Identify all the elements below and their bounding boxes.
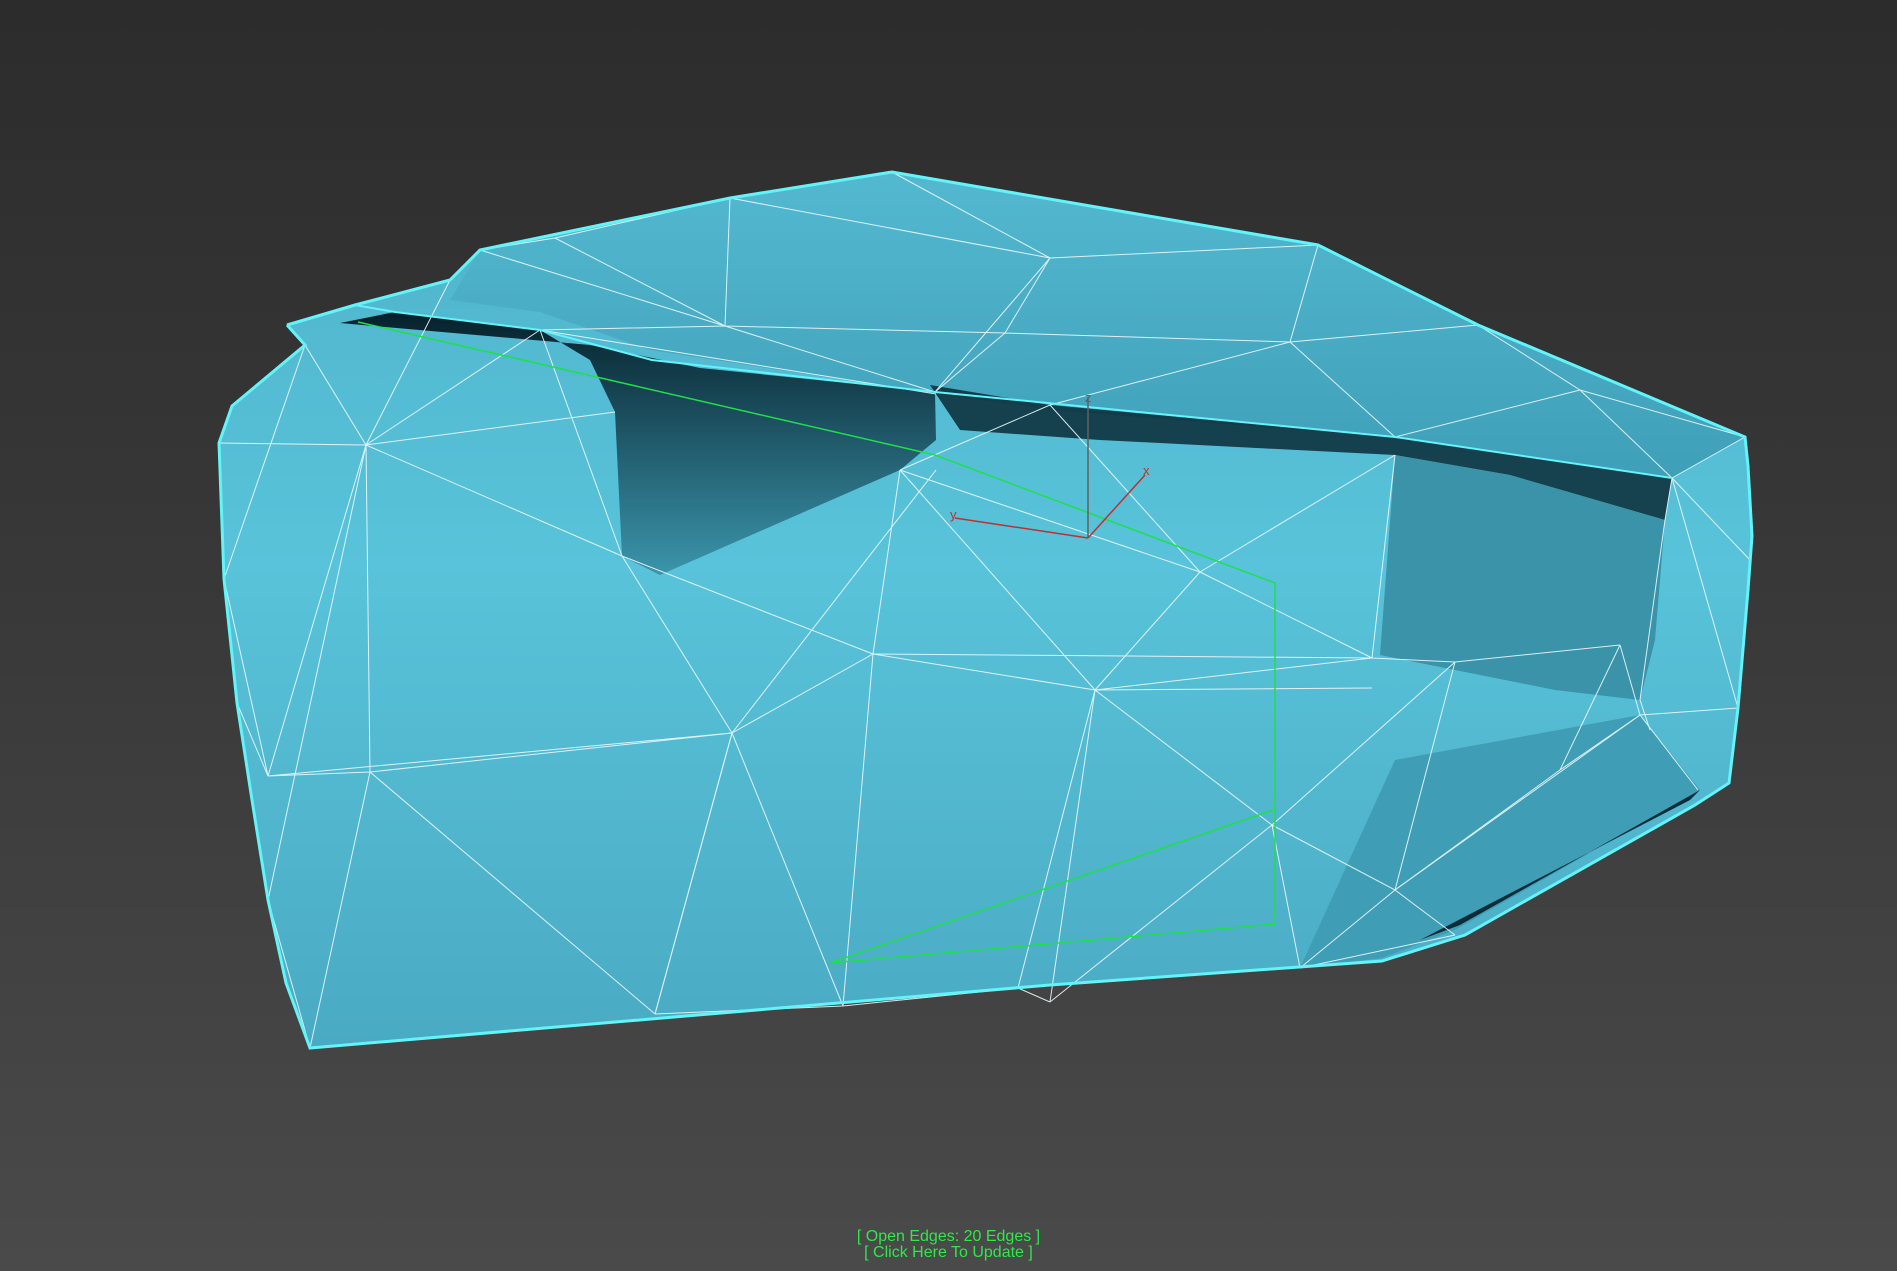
axis-z-label: z	[1085, 390, 1092, 405]
mesh-object[interactable]	[219, 172, 1752, 1048]
viewport-status-overlay: [ Open Edges: 20 Edges ] [ Click Here To…	[0, 1229, 1897, 1261]
axis-y-label: y	[950, 507, 957, 522]
perspective-scene[interactable]: z x y	[0, 0, 1897, 1271]
open-edges-readout: [ Open Edges: 20 Edges ]	[856, 1228, 1041, 1245]
3d-viewport[interactable]: z x y [ Open Edges: 20 Edges ] [ Click H…	[0, 0, 1897, 1271]
axis-x-label: x	[1143, 463, 1150, 478]
update-link[interactable]: [ Click Here To Update ]	[0, 1245, 1897, 1261]
